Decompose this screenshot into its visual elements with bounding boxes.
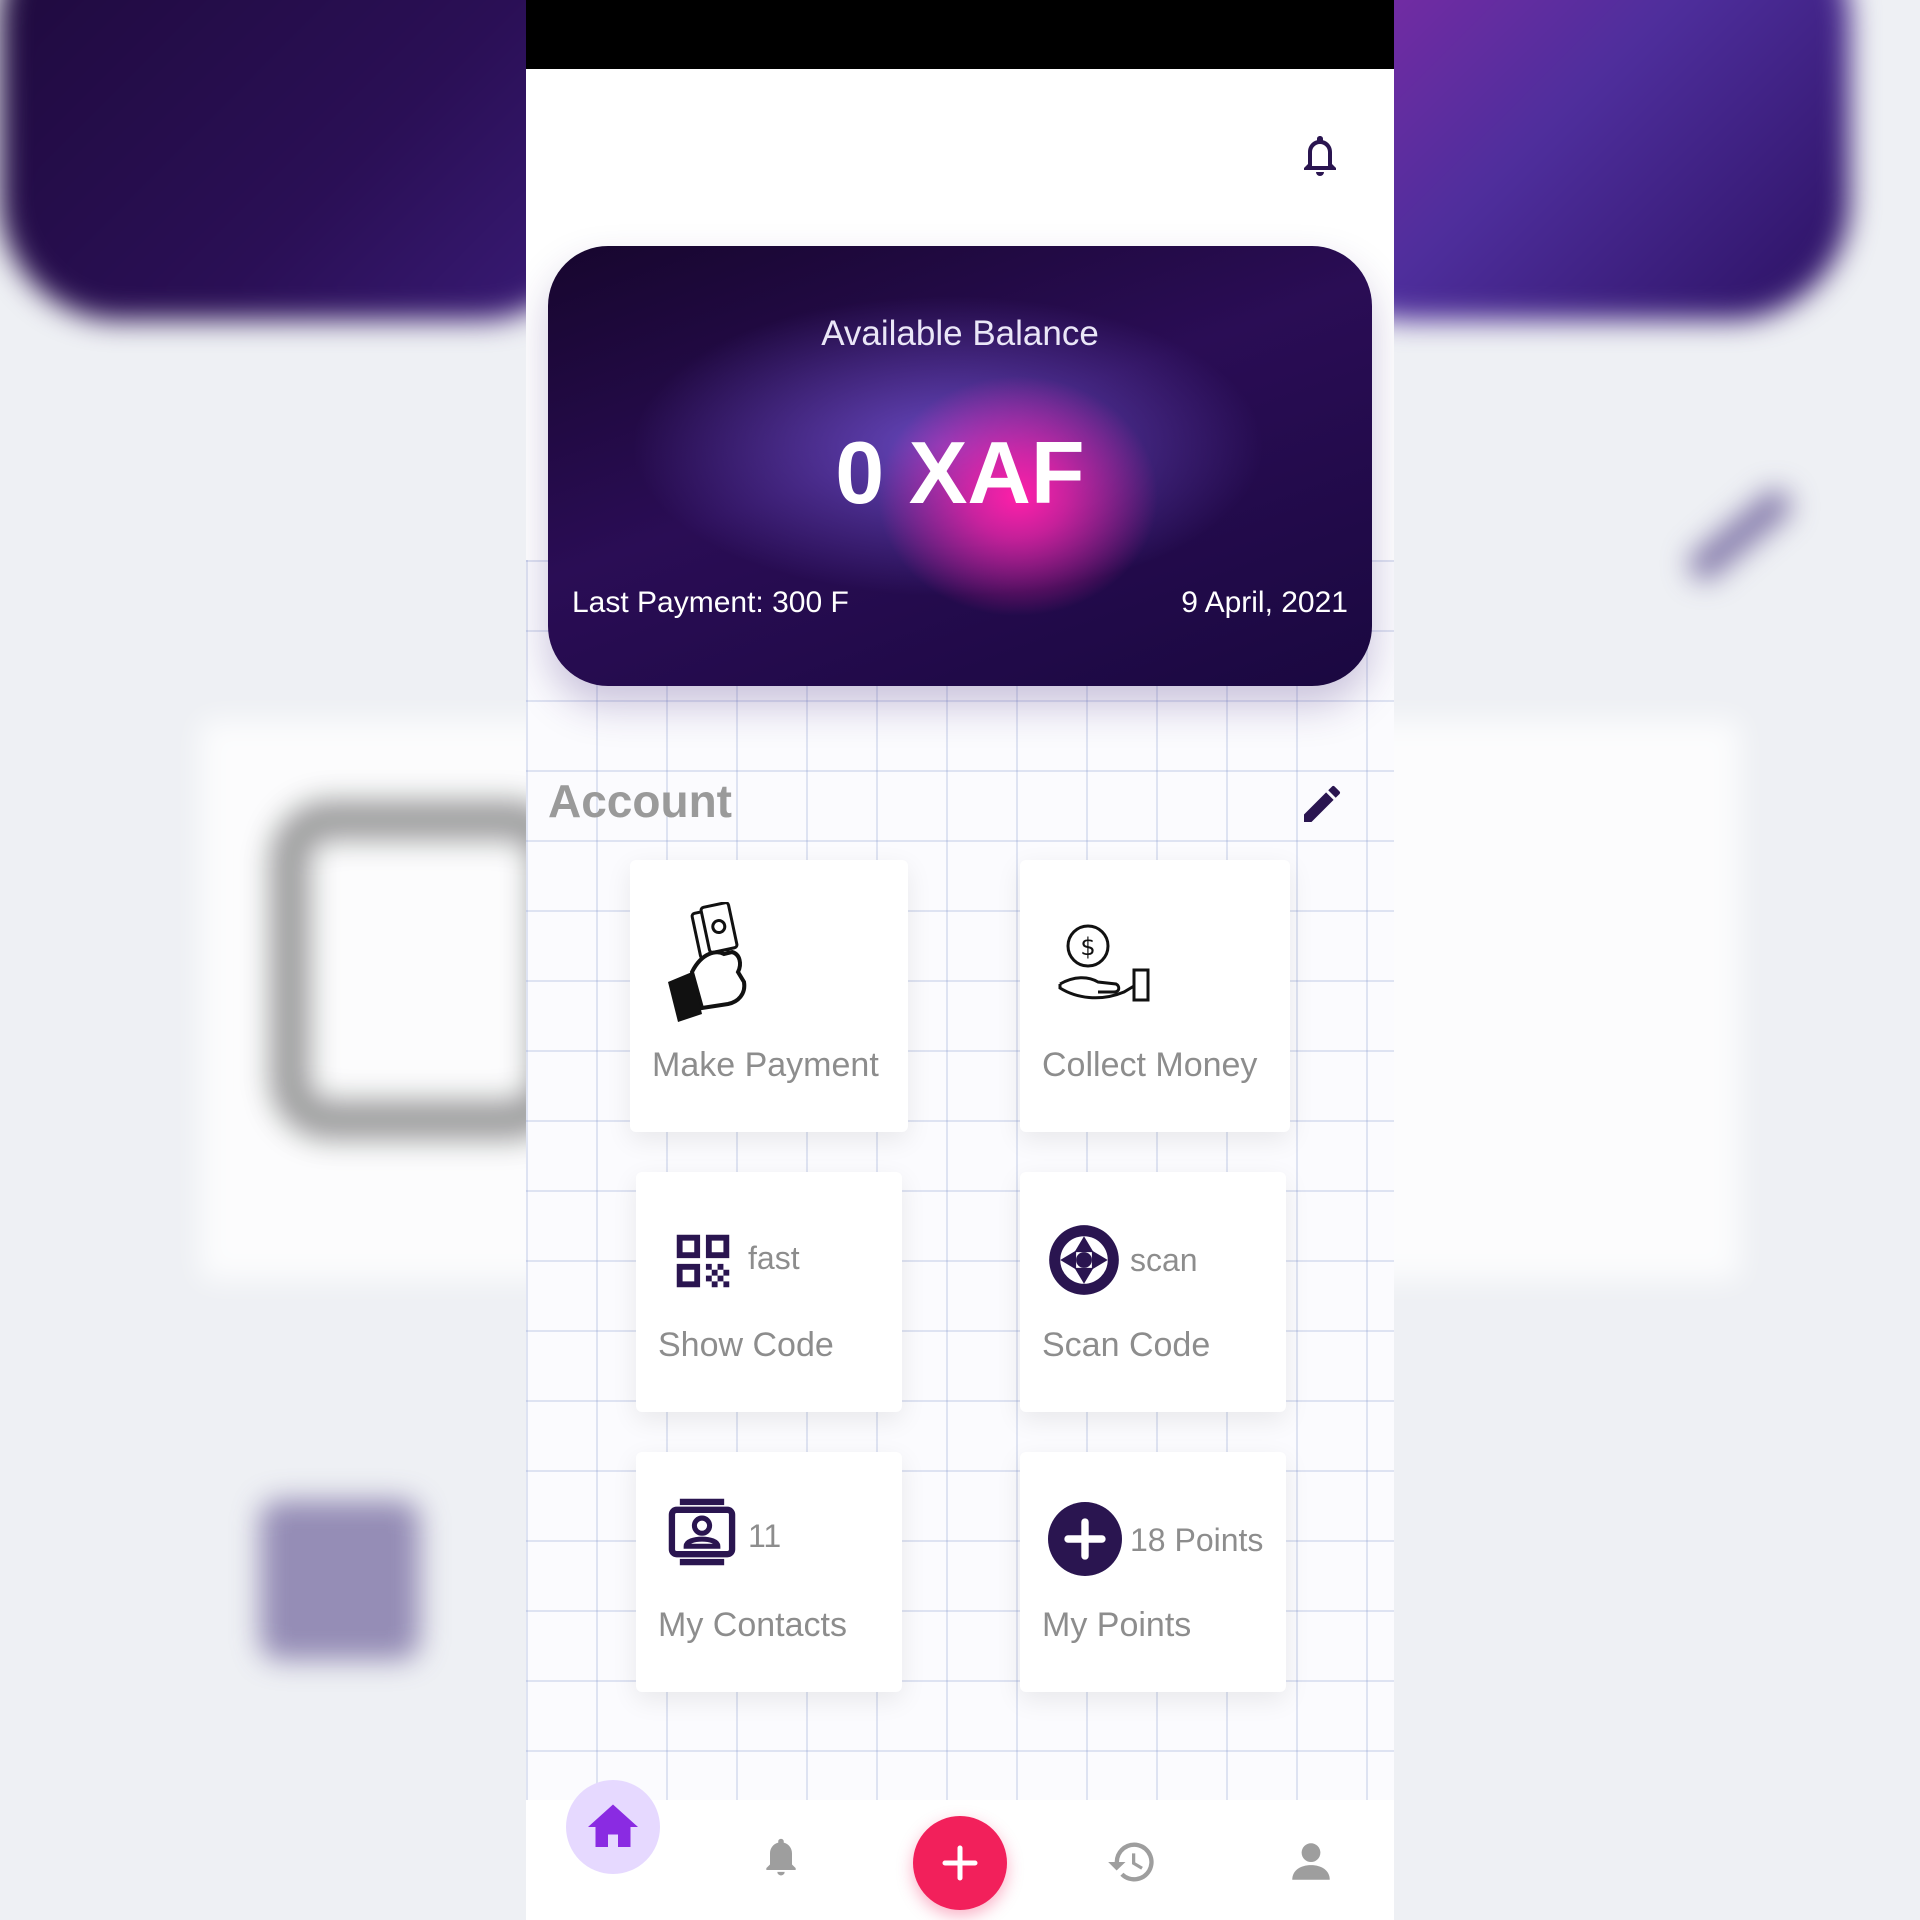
my-contacts-tile[interactable]: 11 My Contacts: [636, 1452, 902, 1692]
scan-code-extra: scan: [1130, 1242, 1198, 1278]
my-points-label: My Points: [1042, 1606, 1192, 1644]
status-bar: [526, 0, 1394, 69]
pencil-icon[interactable]: [1298, 780, 1346, 828]
my-points-tile[interactable]: 18 Points My Points: [1020, 1452, 1286, 1692]
bell-icon[interactable]: [1296, 132, 1344, 184]
contacts-count: 11: [748, 1518, 782, 1554]
bell-nav-icon[interactable]: [759, 1834, 803, 1884]
history-icon[interactable]: [1106, 1836, 1158, 1888]
svg-text:$: $: [1080, 933, 1095, 961]
show-code-tile[interactable]: fast Show Code: [636, 1172, 902, 1412]
balance-card[interactable]: Available Balance 0 XAF Last Payment: 30…: [548, 246, 1372, 686]
balance-amount: 0 XAF: [835, 423, 1085, 522]
make-payment-label: Make Payment: [652, 1046, 879, 1084]
camera-shutter-icon: [1049, 1225, 1119, 1295]
hand-money-icon: [668, 902, 747, 1022]
collect-money-label: Collect Money: [1042, 1046, 1258, 1084]
add-icon: [942, 1845, 978, 1881]
balance-title: Available Balance: [821, 314, 1099, 353]
show-code-label: Show Code: [658, 1326, 834, 1364]
my-contacts-label: My Contacts: [658, 1606, 847, 1644]
collect-money-tile[interactable]: $ Collect Money: [1020, 860, 1290, 1132]
points-count: 18 Points: [1130, 1522, 1264, 1558]
hand-coin-icon: $: [1058, 924, 1150, 1002]
profile-icon[interactable]: [1286, 1836, 1336, 1886]
last-payment: Last Payment: 300 F: [572, 586, 849, 619]
account-title: Account: [548, 775, 732, 827]
qr-code-icon: [676, 1234, 730, 1288]
show-code-extra: fast: [748, 1240, 800, 1276]
phone-screen: Available Balance 0 XAF Last Payment: 30…: [526, 0, 1394, 1920]
last-payment-date: 9 April, 2021: [1181, 586, 1348, 619]
plus-circle-icon: [1048, 1502, 1122, 1576]
scan-code-tile[interactable]: scan Scan Code: [1020, 1172, 1286, 1412]
home-icon[interactable]: [583, 1797, 643, 1857]
contacts-icon: [668, 1498, 736, 1566]
make-payment-tile[interactable]: Make Payment: [630, 860, 908, 1132]
add-button[interactable]: [913, 1816, 1007, 1910]
scan-code-label: Scan Code: [1042, 1326, 1211, 1364]
